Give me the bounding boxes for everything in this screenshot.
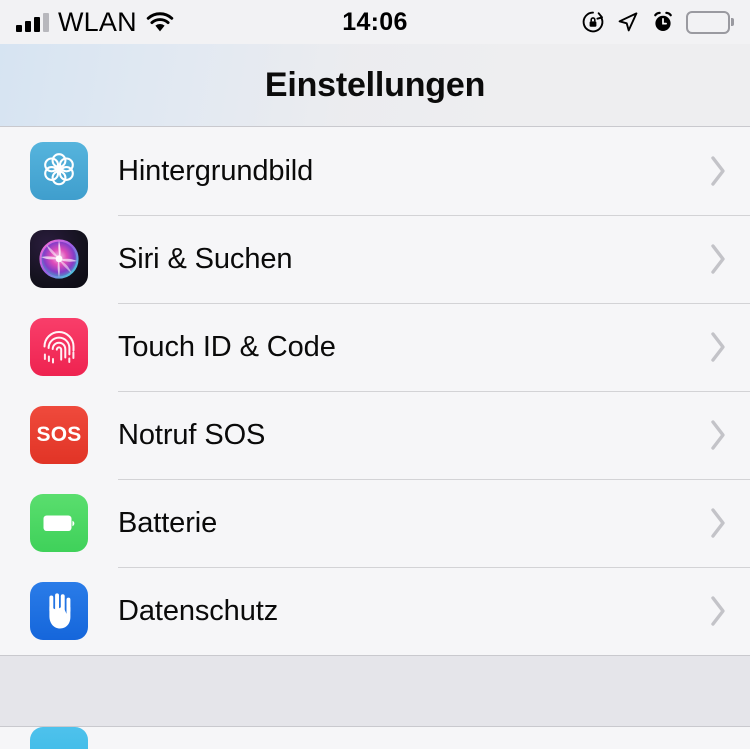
settings-row-label: Batterie: [118, 506, 218, 539]
location-arrow-icon: [616, 10, 640, 34]
sos-icon: SOS: [30, 406, 88, 464]
settings-group-1: Hintergrundbild Siri & Suchen Touch ID &…: [0, 127, 750, 655]
chevron-right-icon: [708, 418, 728, 452]
settings-list: Hintergrundbild Siri & Suchen Touch ID &…: [0, 127, 750, 749]
settings-row-notruf-sos[interactable]: SOS Notruf SOS: [0, 391, 750, 479]
wallpaper-icon: [30, 142, 88, 200]
chevron-right-icon: [708, 154, 728, 188]
settings-row-hintergrundbild[interactable]: Hintergrundbild: [0, 127, 750, 215]
siri-icon: [30, 230, 88, 288]
status-bar-left: WLAN: [16, 6, 174, 37]
sos-icon-label: SOS: [36, 423, 82, 446]
settings-row-label: Hintergrundbild: [118, 154, 314, 187]
cellular-signal-icon: [16, 12, 49, 32]
settings-row-partial-next[interactable]: [0, 727, 750, 749]
chevron-right-icon: [708, 594, 728, 628]
section-gap: [0, 655, 750, 727]
partial-app-icon: [30, 727, 88, 749]
status-bar: WLAN 14:06: [0, 0, 750, 44]
alarm-clock-icon: [651, 10, 675, 34]
touch-id-icon: [30, 318, 88, 376]
chevron-right-icon: [708, 242, 728, 276]
battery-settings-icon: [30, 494, 88, 552]
privacy-hand-icon: [30, 582, 88, 640]
settings-row-batterie[interactable]: Batterie: [0, 479, 750, 567]
nav-header: Einstellungen: [0, 44, 750, 127]
wifi-icon: [146, 11, 174, 33]
rotation-lock-icon: [581, 10, 605, 34]
settings-row-label: Datenschutz: [118, 594, 279, 627]
settings-row-datenschutz[interactable]: Datenschutz: [0, 567, 750, 655]
chevron-right-icon: [708, 330, 728, 364]
battery-icon: [686, 10, 734, 34]
settings-row-label: Touch ID & Code: [118, 330, 336, 363]
page-title: Einstellungen: [264, 65, 486, 104]
clock-label: 14:06: [342, 7, 408, 36]
settings-row-label: Notruf SOS: [118, 418, 266, 451]
settings-row-siri-suchen[interactable]: Siri & Suchen: [0, 215, 750, 303]
settings-row-label: Siri & Suchen: [118, 242, 293, 275]
carrier-label: WLAN: [58, 6, 137, 37]
chevron-right-icon: [708, 506, 728, 540]
status-bar-right: [581, 10, 734, 34]
settings-row-touch-id-code[interactable]: Touch ID & Code: [0, 303, 750, 391]
